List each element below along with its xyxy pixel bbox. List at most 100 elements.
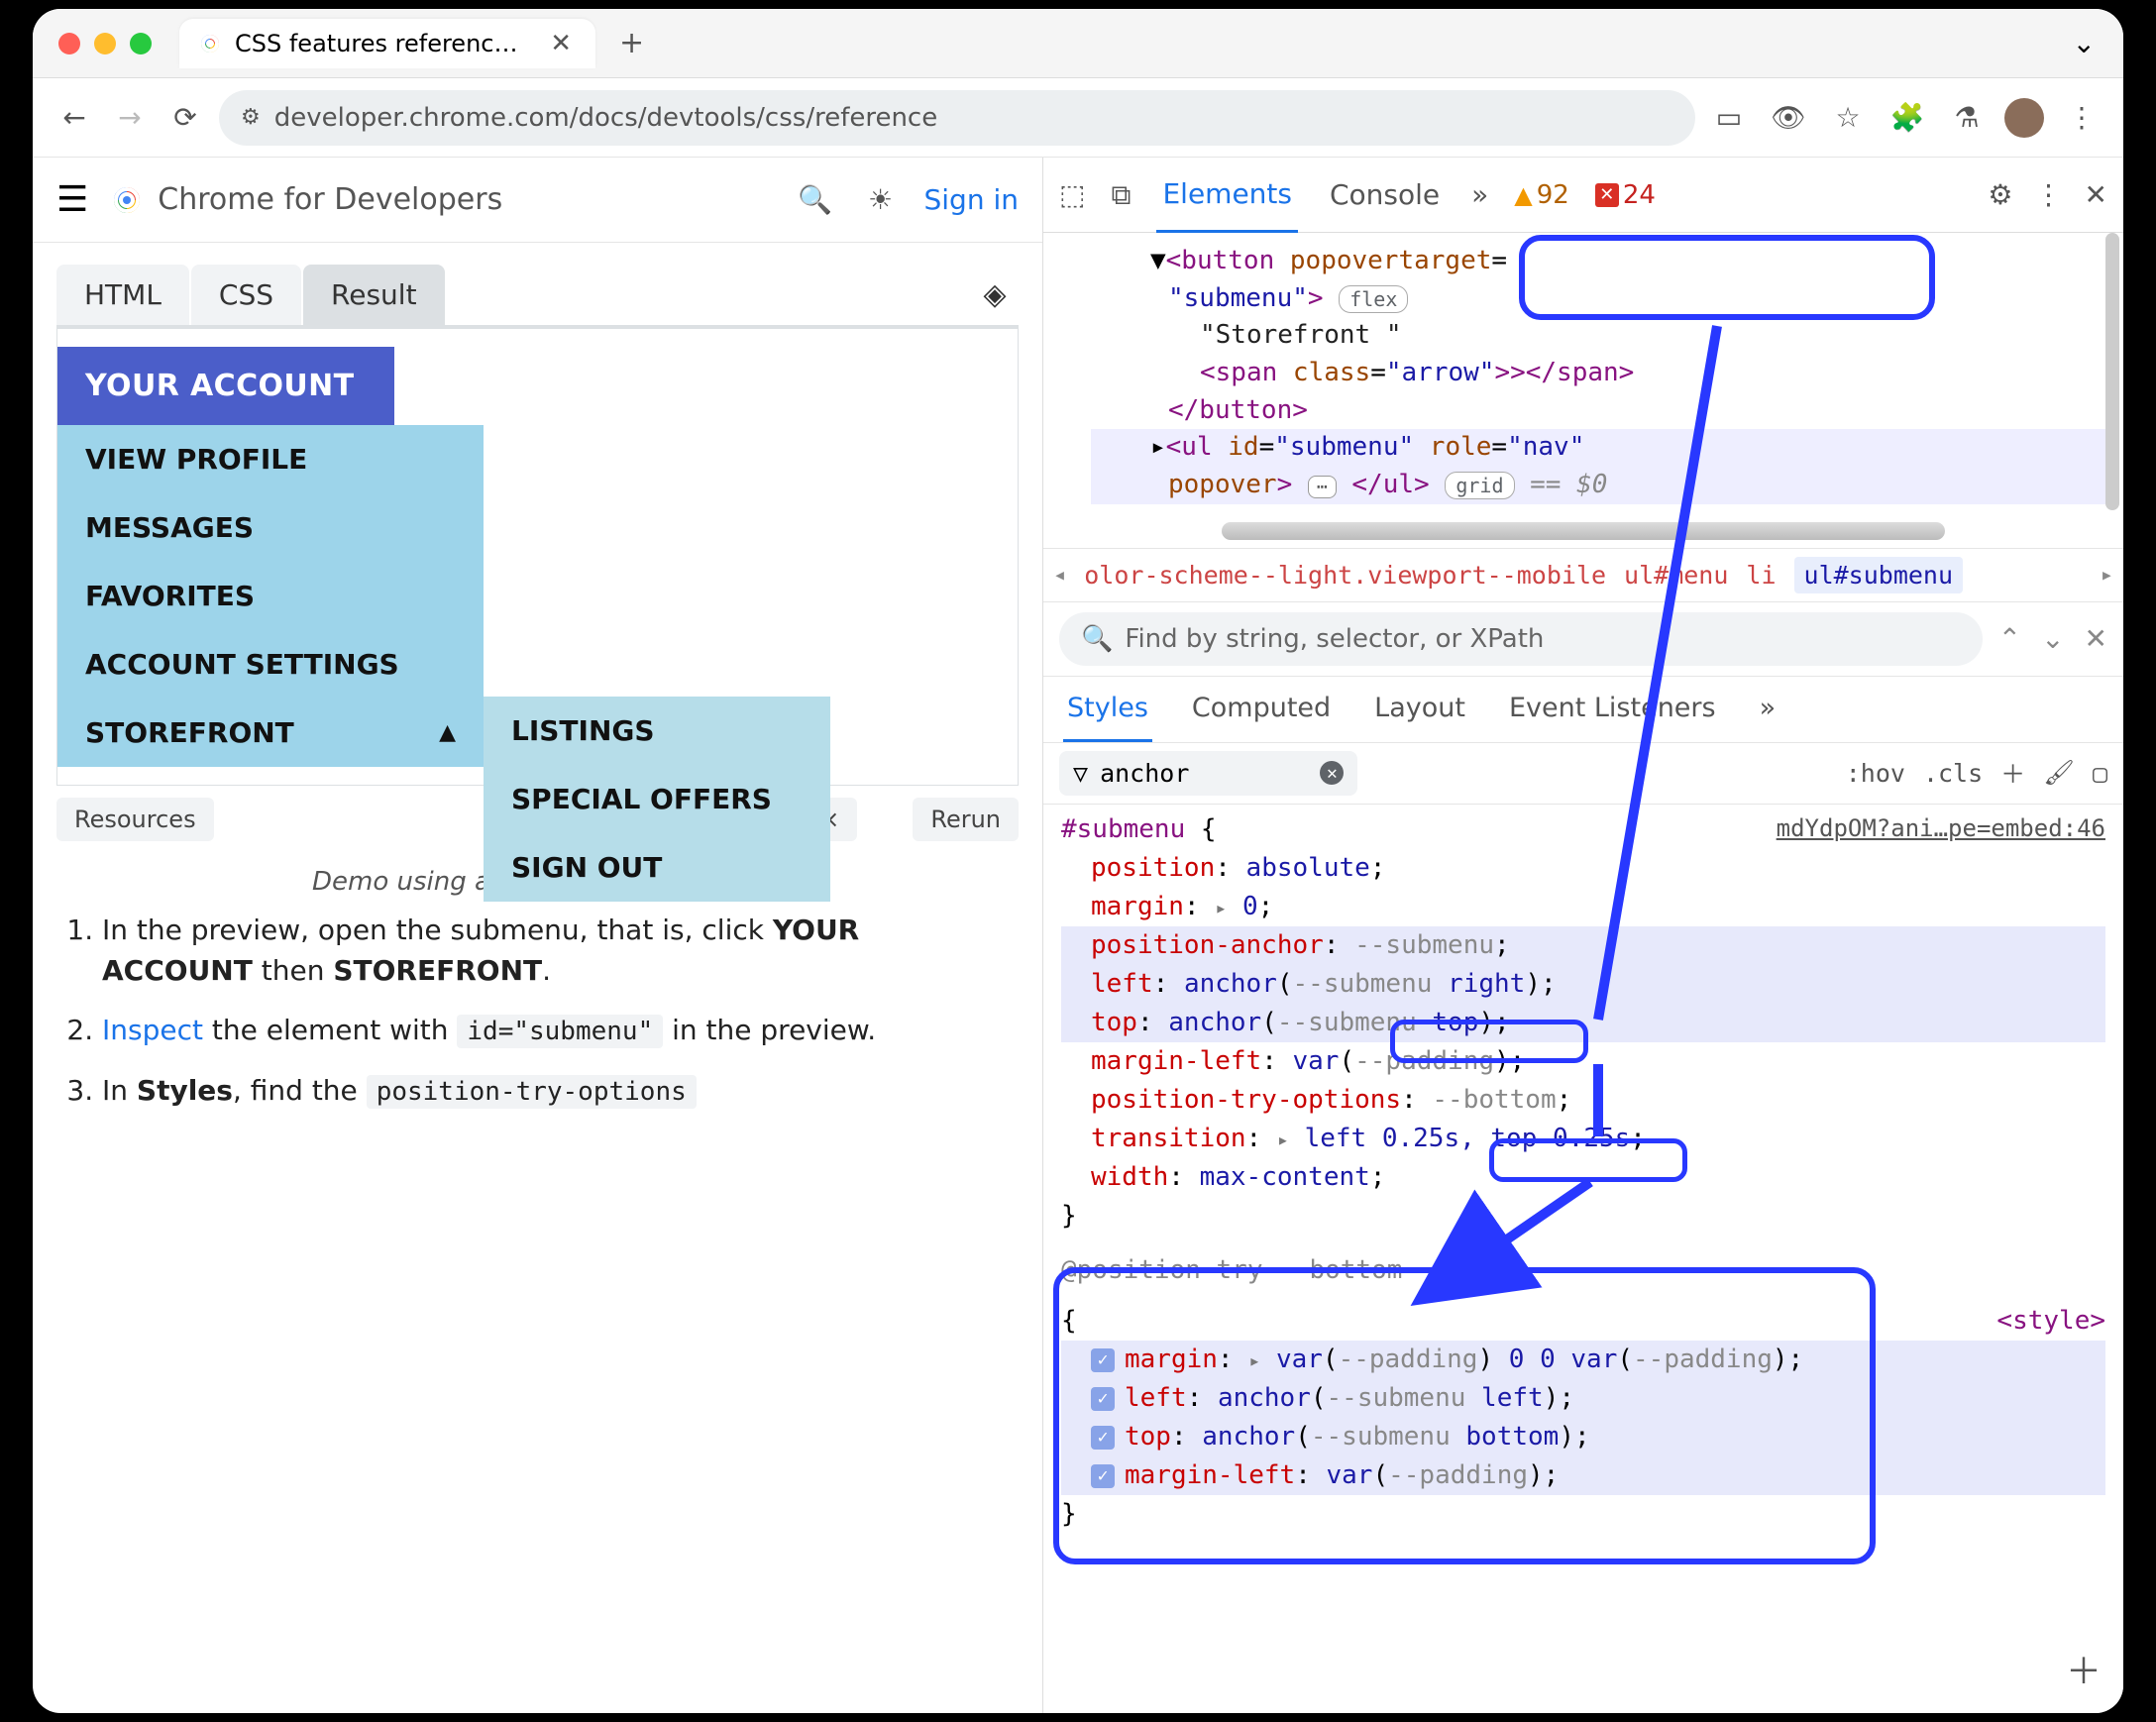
hamburger-icon[interactable]: ☰ [56, 179, 88, 220]
menu-your-account[interactable]: YOUR ACCOUNT [57, 347, 394, 425]
bookmark-icon[interactable]: ☆ [1826, 96, 1870, 140]
new-tab-button[interactable]: + [613, 26, 650, 60]
tab-styles[interactable]: Styles [1063, 677, 1152, 742]
browser-tab[interactable]: CSS features reference | Chr ✕ [179, 19, 595, 68]
submenu-item[interactable]: SIGN OUT [484, 833, 830, 902]
codepen-icon[interactable]: ◈ [971, 271, 1019, 319]
tabs-overflow-button[interactable]: ⌄ [2065, 19, 2103, 67]
crumb-item-selected[interactable]: ul#submenu [1794, 557, 1964, 593]
search-icon[interactable]: 🔍 [794, 178, 837, 222]
labs-icon[interactable]: ⚗ [1945, 96, 1989, 140]
flex-badge[interactable]: flex [1339, 285, 1408, 313]
submenu: LISTINGS SPECIAL OFFERS SIGN OUT [484, 697, 830, 902]
css-rules[interactable]: mdYdpOM?ani…pe=embed:46 #submenu { posit… [1043, 805, 2123, 1713]
grid-badge[interactable]: grid [1445, 472, 1514, 499]
chevron-left-icon[interactable]: ◂ [1053, 563, 1066, 588]
devtools-panel: ⬚ ⧉ Elements Console » ▲92 ✕24 ⚙ ⋮ ✕ ▼<b… [1043, 158, 2123, 1713]
tab-strip: CSS features reference | Chr ✕ + [179, 19, 2065, 68]
site-settings-icon[interactable]: ⚙ [241, 105, 261, 130]
site-brand[interactable]: Chrome for Developers [110, 182, 771, 217]
close-tab-icon[interactable]: ✕ [544, 29, 578, 58]
extensions-icon[interactable]: 🧩 [1886, 96, 1929, 140]
close-devtools-icon[interactable]: ✕ [2085, 178, 2107, 211]
crumb-item[interactable]: olor-scheme--light.viewport--mobile [1084, 561, 1606, 590]
hov-toggle[interactable]: :hov [1846, 759, 1905, 788]
tab-html[interactable]: HTML [56, 265, 189, 325]
device-toolbar-icon[interactable]: ⧉ [1111, 178, 1131, 212]
tab-console[interactable]: Console [1324, 159, 1446, 231]
more-tabs-icon[interactable]: » [1471, 178, 1488, 211]
vertical-scrollbar[interactable] [2103, 233, 2121, 1713]
theme-toggle-icon[interactable]: ☀ [859, 178, 903, 222]
clear-filter-icon[interactable]: ✕ [1320, 761, 1344, 785]
find-input[interactable]: 🔍 Find by string, selector, or XPath [1059, 612, 1983, 666]
menu-item[interactable]: VIEW PROFILE [57, 425, 484, 493]
dom-tree[interactable]: ▼<button popovertarget= "submenu"> flex … [1043, 233, 2123, 549]
back-button[interactable]: ← [53, 96, 96, 140]
crumb-item[interactable]: li [1746, 561, 1776, 590]
instruction-list: In the preview, open the submenu, that i… [33, 911, 1042, 1131]
styles-filter-input[interactable]: ▽ anchor ✕ [1059, 751, 1357, 796]
tab-computed[interactable]: Computed [1188, 677, 1335, 742]
inspect-element-icon[interactable]: ⬚ [1059, 178, 1085, 211]
tab-elements[interactable]: Elements [1156, 158, 1298, 233]
tab-css[interactable]: CSS [191, 265, 301, 325]
add-property-icon[interactable]: ＋ [2066, 1646, 2102, 1699]
submenu-item[interactable]: LISTINGS [484, 697, 830, 765]
property-checkbox[interactable]: ✓ [1091, 1464, 1115, 1488]
eye-off-icon[interactable]: 👁 [1767, 96, 1810, 140]
cast-icon[interactable]: ▭ [1707, 96, 1751, 140]
menu-item[interactable]: MESSAGES [57, 493, 484, 562]
kebab-icon[interactable]: ⋮ [2035, 178, 2063, 211]
more-subtabs-icon[interactable]: » [1756, 677, 1780, 742]
toolbar-actions: ▭ 👁 ☆ 🧩 ⚗ ⋮ [1707, 96, 2103, 140]
property-checkbox[interactable]: ✓ [1091, 1426, 1115, 1450]
fullscreen-window-button[interactable] [130, 33, 152, 54]
tab-title: CSS features reference | Chr [235, 30, 532, 57]
tab-event-listeners[interactable]: Event Listeners [1505, 677, 1720, 742]
brush-icon[interactable]: 🖌 [2043, 758, 2075, 788]
settings-icon[interactable]: ⚙ [1988, 178, 2012, 211]
kebab-menu-icon[interactable]: ⋮ [2060, 96, 2103, 140]
crumb-item[interactable]: ul#menu [1624, 561, 1728, 590]
submenu-item[interactable]: SPECIAL OFFERS [484, 765, 830, 833]
ellipsis-badge[interactable]: ⋯ [1308, 476, 1337, 498]
warnings-badge[interactable]: ▲92 [1514, 180, 1569, 210]
resources-button[interactable]: Resources [56, 798, 214, 841]
cls-toggle[interactable]: .cls [1923, 759, 1983, 788]
content-area: ☰ Chrome for Developers 🔍 ☀ Sign in HTML… [33, 158, 2123, 1713]
reload-button[interactable]: ⟳ [163, 96, 207, 140]
step-2: Inspect the element with id="submenu" in… [102, 1011, 999, 1051]
property-checkbox[interactable]: ✓ [1091, 1348, 1115, 1372]
forward-button[interactable]: → [108, 96, 152, 140]
menu-item-label: STOREFRONT [85, 716, 294, 749]
submenu-label: SPECIAL OFFERS [511, 783, 772, 815]
horizontal-scrollbar[interactable] [1222, 522, 1945, 540]
warning-icon: ▲ [1514, 181, 1532, 209]
address-bar[interactable]: ⚙ developer.chrome.com/docs/devtools/css… [219, 90, 1695, 146]
find-next-icon[interactable]: ⌄ [2041, 622, 2064, 655]
tab-result[interactable]: Result [303, 265, 445, 325]
minimize-window-button[interactable] [94, 33, 116, 54]
find-prev-icon[interactable]: ⌃ [1998, 622, 2021, 655]
find-placeholder: Find by string, selector, or XPath [1125, 624, 1544, 654]
error-icon: ✕ [1595, 183, 1619, 207]
rerun-button[interactable]: Rerun [913, 798, 1019, 841]
rule-source-link[interactable]: mdYdpOM?ani…pe=embed:46 [1777, 810, 2105, 846]
close-window-button[interactable] [58, 33, 80, 54]
inspect-link[interactable]: Inspect [102, 1014, 203, 1046]
errors-badge[interactable]: ✕24 [1595, 180, 1656, 210]
window-controls [58, 33, 152, 54]
menu-item[interactable]: FAVORITES [57, 562, 484, 630]
style-source[interactable]: <style> [1996, 1302, 2105, 1341]
menu-item-storefront[interactable]: STOREFRONT ▲ LISTINGS SPECIAL OFFERS SIG… [57, 699, 484, 767]
menu-item[interactable]: ACCOUNT SETTINGS [57, 630, 484, 699]
tab-layout[interactable]: Layout [1370, 677, 1469, 742]
menu-item-label: MESSAGES [85, 511, 254, 544]
property-checkbox[interactable]: ✓ [1091, 1387, 1115, 1411]
sign-in-link[interactable]: Sign in [924, 183, 1020, 216]
menu-column: VIEW PROFILE MESSAGES FAVORITES ACCOUNT … [57, 425, 484, 767]
new-rule-icon[interactable]: ＋ [2000, 755, 2025, 791]
profile-avatar[interactable] [2004, 98, 2044, 138]
breadcrumb[interactable]: ◂ olor-scheme--light.viewport--mobile ul… [1043, 549, 2123, 602]
